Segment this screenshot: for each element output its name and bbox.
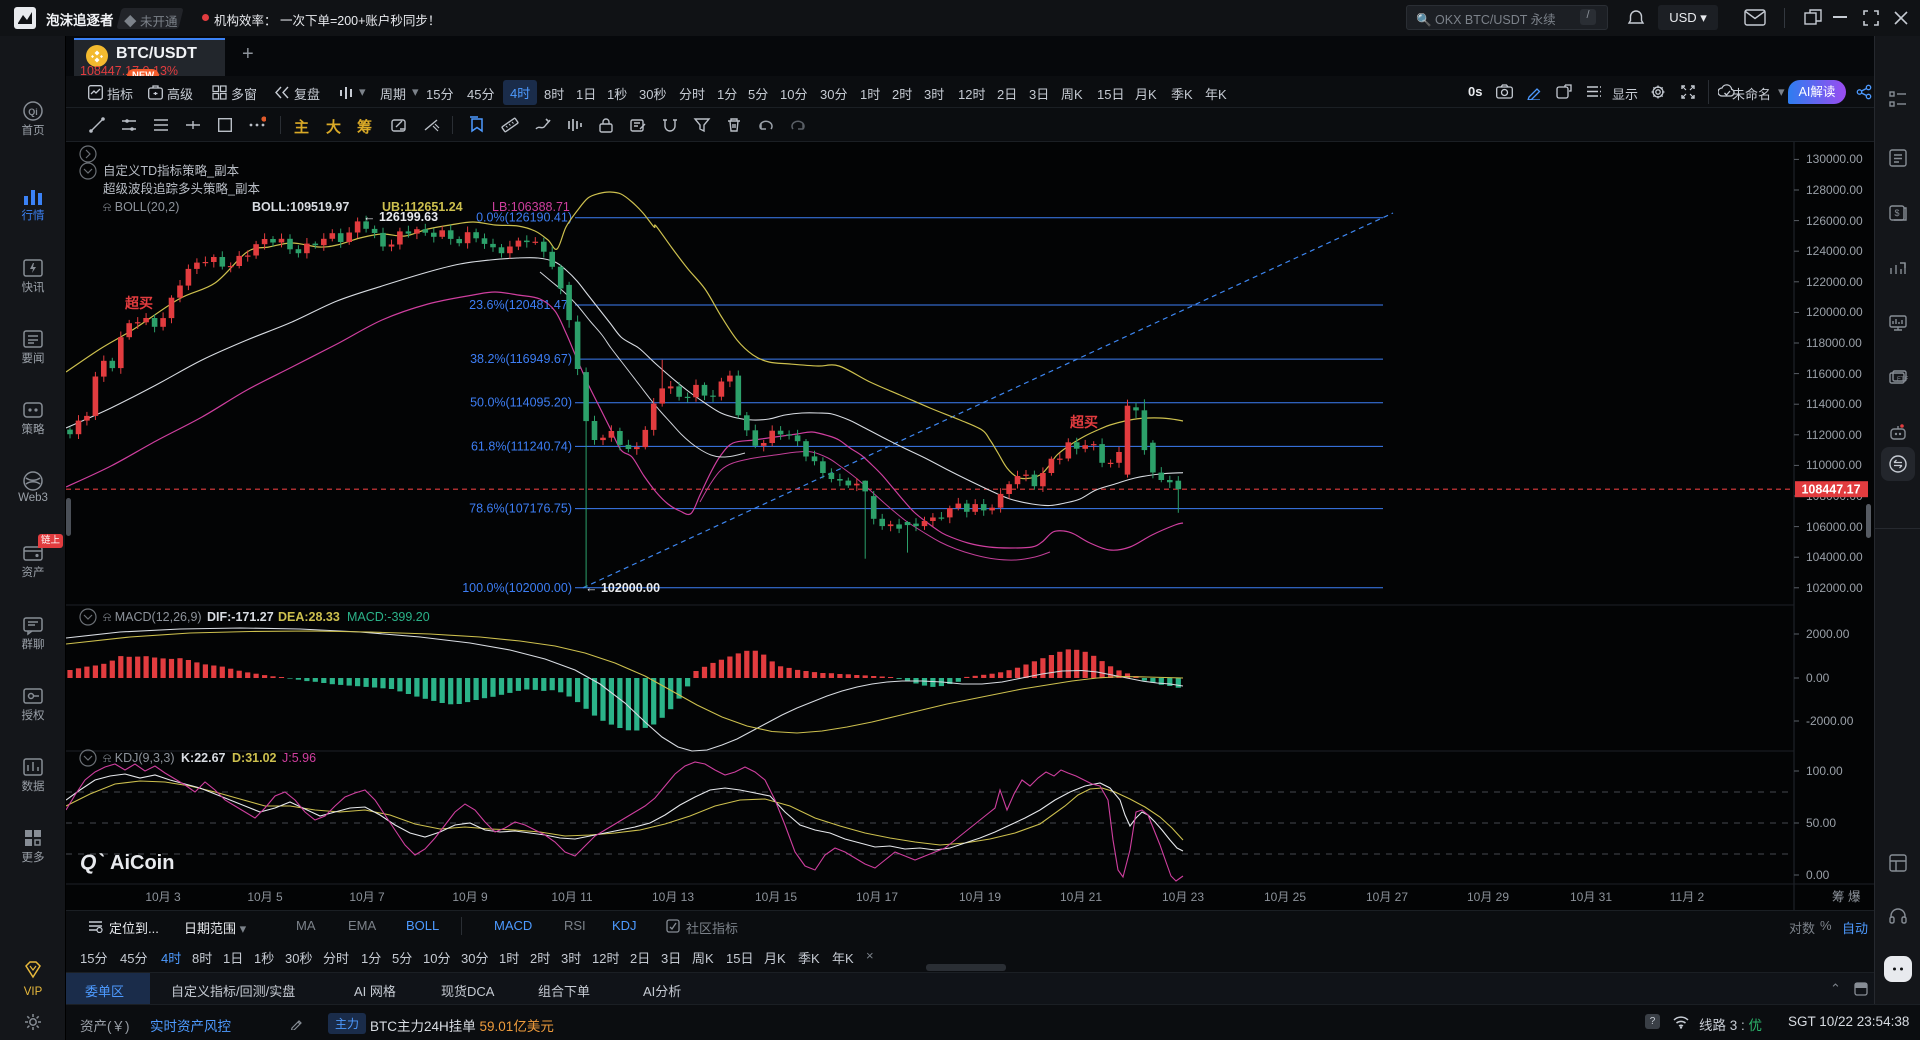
- svg-text:50.0%(114095.20): 50.0%(114095.20): [470, 396, 572, 410]
- svg-text:110000.00: 110000.00: [1806, 458, 1862, 472]
- svg-text:AiCoin: AiCoin: [110, 852, 174, 874]
- svg-text:11月 2: 11月 2: [1670, 890, 1705, 904]
- svg-text:DIF:-171.27: DIF:-171.27: [207, 610, 274, 624]
- svg-text:超级波段追踪多头策略_副本: 超级波段追踪多头策略_副本: [103, 181, 260, 196]
- svg-text:10月 9: 10月 9: [452, 890, 488, 904]
- svg-text:2000.00: 2000.00: [1806, 627, 1850, 641]
- svg-text:10月 17: 10月 17: [856, 890, 898, 904]
- svg-text:116000.00: 116000.00: [1806, 367, 1862, 381]
- svg-text:10月 29: 10月 29: [1467, 890, 1509, 904]
- svg-text:0.00: 0.00: [1806, 868, 1830, 882]
- svg-text:⍾ BOLL(20,2): ⍾ BOLL(20,2): [103, 200, 179, 214]
- svg-text:← 102000.00: ← 102000.00: [585, 581, 660, 595]
- svg-text:126000.00: 126000.00: [1806, 214, 1863, 228]
- svg-text:超买: 超买: [1069, 414, 1098, 430]
- svg-text:10月 23: 10月 23: [1162, 890, 1204, 904]
- svg-text:10月 11: 10月 11: [551, 890, 592, 904]
- svg-text:⍾ KDJ(9,3,3): ⍾ KDJ(9,3,3): [103, 751, 175, 765]
- svg-text:130000.00: 130000.00: [1806, 152, 1863, 166]
- svg-text:10月 15: 10月 15: [755, 890, 797, 904]
- svg-text:23.6%(120481.47): 23.6%(120481.47): [469, 298, 572, 312]
- svg-text:78.6%(107176.75): 78.6%(107176.75): [469, 502, 572, 516]
- svg-text:10月 27: 10月 27: [1366, 890, 1408, 904]
- svg-text:10月 7: 10月 7: [349, 890, 385, 904]
- svg-text:BOLL:109519.97: BOLL:109519.97: [252, 200, 349, 214]
- svg-text:← 126199.63: ← 126199.63: [363, 210, 438, 224]
- svg-text:100.00: 100.00: [1806, 764, 1843, 778]
- svg-text:自定义TD指标策略_副本: 自定义TD指标策略_副本: [103, 163, 240, 178]
- svg-text:超买: 超买: [124, 295, 153, 311]
- svg-text:0.00: 0.00: [1806, 671, 1830, 685]
- svg-text:K:22.67: K:22.67: [181, 751, 226, 765]
- svg-text:LB:106388.71: LB:106388.71: [492, 200, 570, 214]
- svg-text:Qˋ: Qˋ: [80, 851, 104, 874]
- svg-text:104000.00: 104000.00: [1806, 550, 1863, 564]
- svg-text:DEA:28.33: DEA:28.33: [278, 610, 340, 624]
- svg-text:128000.00: 128000.00: [1806, 183, 1863, 197]
- svg-text:112000.00: 112000.00: [1806, 428, 1862, 442]
- svg-text:61.8%(111240.74): 61.8%(111240.74): [471, 439, 572, 453]
- svg-text:筹 爆: 筹 爆: [1832, 889, 1861, 904]
- svg-text:114000.00: 114000.00: [1806, 397, 1862, 411]
- svg-text:38.2%(116949.67): 38.2%(116949.67): [470, 352, 572, 366]
- svg-text:-2000.00: -2000.00: [1806, 714, 1854, 728]
- svg-text:50.00: 50.00: [1806, 816, 1836, 830]
- svg-text:J:5.96: J:5.96: [282, 751, 316, 765]
- svg-text:10月 5: 10月 5: [247, 890, 283, 904]
- svg-text:120000.00: 120000.00: [1806, 305, 1863, 319]
- svg-text:10月 19: 10月 19: [959, 890, 1001, 904]
- svg-text:10月 31: 10月 31: [1570, 890, 1612, 904]
- svg-text:ETF: ETF: [1897, 377, 1908, 383]
- svg-text:D:31.02: D:31.02: [232, 751, 277, 765]
- svg-text:10月 21: 10月 21: [1060, 890, 1102, 904]
- svg-text:10月 13: 10月 13: [652, 890, 694, 904]
- svg-text:102000.00: 102000.00: [1806, 581, 1863, 595]
- svg-text:118000.00: 118000.00: [1806, 336, 1862, 350]
- svg-text:100.0%(102000.00): 100.0%(102000.00): [462, 581, 572, 595]
- svg-text:⍾ MACD(12,26,9): ⍾ MACD(12,26,9): [103, 610, 202, 624]
- svg-text:MACD:-399.20: MACD:-399.20: [347, 610, 430, 624]
- svg-text:$: $: [1894, 208, 1899, 218]
- svg-text:124000.00: 124000.00: [1806, 244, 1863, 258]
- svg-text:Qi: Qi: [28, 107, 38, 117]
- svg-text:10月 3: 10月 3: [145, 890, 181, 904]
- svg-text:122000.00: 122000.00: [1806, 275, 1863, 289]
- svg-text:106000.00: 106000.00: [1806, 520, 1863, 534]
- svg-text:108447.17: 108447.17: [1801, 482, 1860, 496]
- svg-text:10月 25: 10月 25: [1264, 890, 1306, 904]
